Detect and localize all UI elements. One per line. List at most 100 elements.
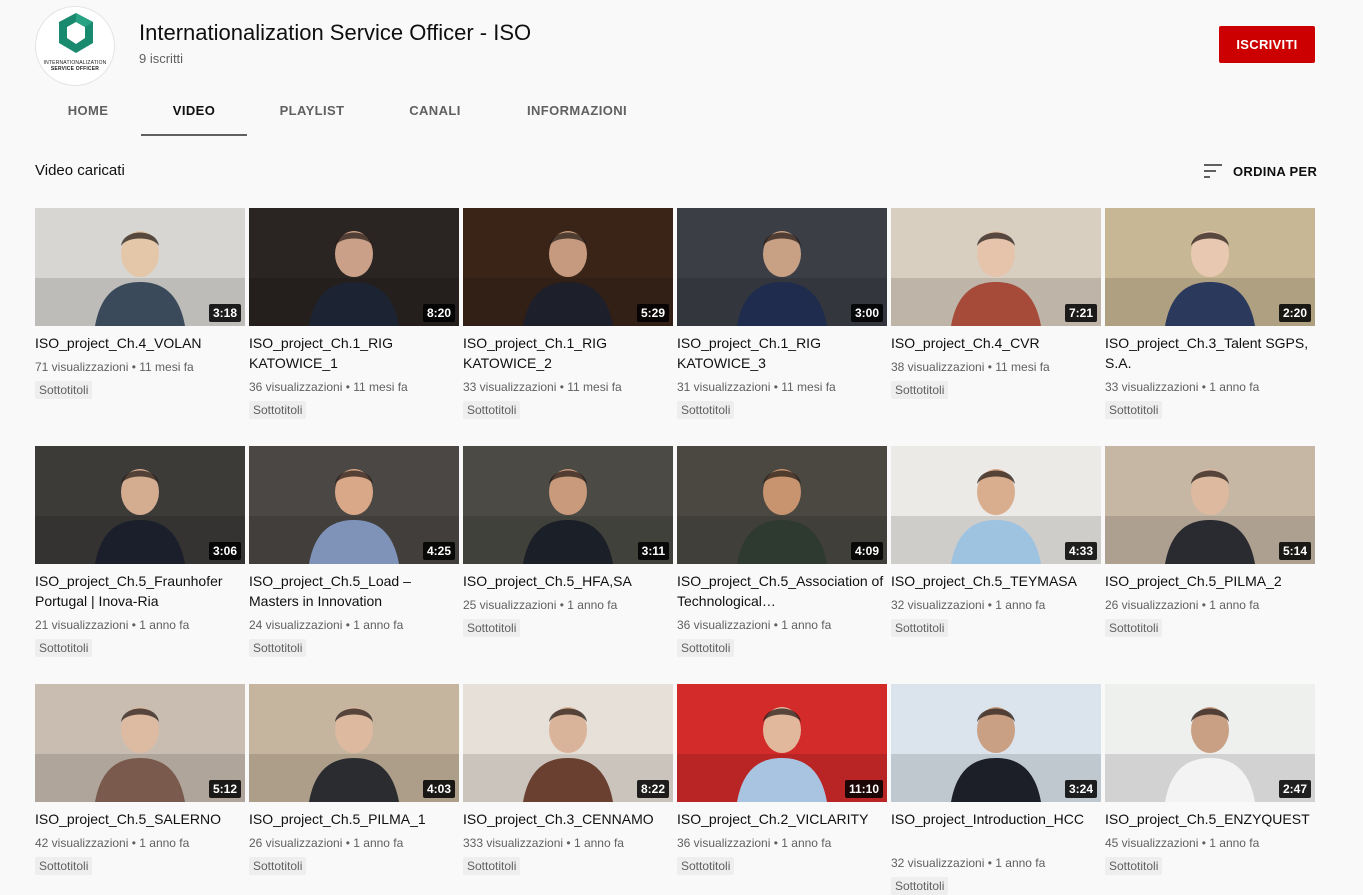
view-count: 24 visualizzazioni [249,618,343,632]
video-duration: 7:21 [1064,304,1097,322]
meta-separator: • [563,836,574,850]
view-count: 33 visualizzazioni [463,380,557,394]
subtitles-badge: Sottotitoli [1105,857,1163,875]
subtitles-badge: Sottotitoli [891,877,949,895]
meta-separator: • [556,598,568,612]
subtitles-badge: Sottotitoli [677,857,735,875]
tab-canali[interactable]: CANALI [385,88,485,134]
subtitles-badge: Sottotitoli [677,639,735,657]
subtitles-badge: Sottotitoli [35,381,93,399]
upload-age: 1 anno fa [995,598,1046,612]
video-thumbnail[interactable]: 5:14 [1105,446,1315,564]
video-title[interactable]: ISO_project_Ch.5_PILMA_2 [1105,571,1315,591]
tab-video[interactable]: VIDEO [141,88,247,136]
video-thumbnail[interactable]: 2:47 [1105,684,1315,802]
video-thumbnail[interactable]: 4:09 [677,446,887,564]
video-title[interactable]: ISO_project_Ch.1_RIG KATOWICE_1 [249,333,459,373]
video-title[interactable]: ISO_project_Ch.5_PILMA_1 [249,809,459,829]
subtitles-badge: Sottotitoli [35,639,93,657]
upload-age: 1 anno fa [1209,836,1260,850]
video-title[interactable]: ISO_project_Ch.3_Talent SGPS, S.A. [1105,333,1315,373]
subtitles-badge: Sottotitoli [1105,619,1163,637]
video-thumbnail[interactable]: 3:24 [891,684,1101,802]
video-thumbnail[interactable]: 7:21 [891,208,1101,326]
video-thumbnail[interactable]: 4:25 [249,446,459,564]
video-meta: 36 visualizzazioni • 1 anno fa [677,618,831,632]
video-meta: 25 visualizzazioni • 1 anno fa [463,598,617,612]
video-title[interactable]: ISO_project_Ch.4_CVR [891,333,1101,353]
video-thumbnail[interactable]: 3:00 [677,208,887,326]
video-title[interactable]: ISO_project_Ch.5_Fraunhofer Portugal | I… [35,571,245,611]
view-count: 38 visualizzazioni [891,360,985,374]
view-count: 32 visualizzazioni [891,598,985,612]
channel-header: INTERNATIONALIZATION SERVICE OFFICER Int… [0,0,1363,136]
meta-separator: • [770,836,782,850]
tab-informazioni[interactable]: INFORMAZIONI [515,88,639,134]
tab-home[interactable]: HOME [35,88,141,134]
channel-logo-text: INTERNATIONALIZATION SERVICE OFFICER [36,60,114,72]
video-title[interactable]: ISO_project_Introduction_HCC [891,809,1101,829]
video-meta: 26 visualizzazioni • 1 anno fa [1105,598,1259,612]
subtitles-badge: Sottotitoli [463,619,521,637]
meta-separator: • [770,618,782,632]
view-count: 26 visualizzazioni [249,836,343,850]
video-meta: 33 visualizzazioni • 1 anno fa [1105,380,1259,394]
video-duration: 3:00 [850,304,883,322]
video-title[interactable]: ISO_project_Ch.5_TEYMASA [891,571,1101,591]
view-count: 32 visualizzazioni [891,856,985,870]
subscriber-count: 9 iscritti [139,51,184,66]
upload-age: 1 anno fa [781,618,832,632]
video-title[interactable]: ISO_project_Ch.2_VICLARITY [677,809,887,829]
video-thumbnail[interactable]: 3:11 [463,446,673,564]
video-title[interactable]: ISO_project_Ch.3_CENNAMO [463,809,673,829]
video-duration: 4:25 [422,542,455,560]
video-thumbnail[interactable]: 4:33 [891,446,1101,564]
sort-button[interactable]: ORDINA PER [1203,161,1317,181]
subtitles-badge: Sottotitoli [677,401,735,419]
meta-separator: • [342,380,354,394]
meta-separator: • [342,836,354,850]
tab-playlist[interactable]: PLAYLIST [260,88,364,134]
video-duration: 3:06 [208,542,241,560]
video-title[interactable]: ISO_project_Ch.5_ENZYQUEST [1105,809,1315,829]
video-thumbnail[interactable]: 5:12 [35,684,245,802]
video-duration: 4:03 [422,780,455,798]
video-meta: 333 visualizzazioni • 1 anno fa [463,836,624,850]
video-title[interactable]: ISO_project_Ch.1_RIG KATOWICE_3 [677,333,887,373]
meta-separator: • [128,836,140,850]
channel-avatar[interactable]: INTERNATIONALIZATION SERVICE OFFICER [35,6,115,86]
subtitles-badge: Sottotitoli [35,857,93,875]
video-thumbnail[interactable]: 5:29 [463,208,673,326]
video-title[interactable]: ISO_project_Ch.4_VOLAN [35,333,245,353]
video-duration: 5:12 [208,780,241,798]
video-duration: 4:09 [850,542,883,560]
video-thumbnail[interactable]: 2:20 [1105,208,1315,326]
subtitles-badge: Sottotitoli [249,401,307,419]
video-title[interactable]: ISO_project_Ch.5_HFA,SA [463,571,673,591]
video-duration: 11:10 [844,780,883,798]
video-meta: 36 visualizzazioni • 11 mesi fa [249,380,408,394]
view-count: 36 visualizzazioni [249,380,343,394]
subtitles-badge: Sottotitoli [249,639,307,657]
upload-age: 1 anno fa [781,836,832,850]
video-title[interactable]: ISO_project_Ch.5_Association of Technolo… [677,571,887,611]
meta-separator: • [1198,836,1210,850]
logo-text-line2: SERVICE OFFICER [50,66,100,72]
upload-age: 1 anno fa [353,618,404,632]
view-count: 26 visualizzazioni [1105,598,1199,612]
video-thumbnail[interactable]: 8:20 [249,208,459,326]
video-thumbnail[interactable]: 4:03 [249,684,459,802]
video-title[interactable]: ISO_project_Ch.5_SALERNO [35,809,245,829]
upload-age: 1 anno fa [573,836,624,850]
subscribe-button[interactable]: ISCRIVITI [1219,26,1315,63]
video-meta: 21 visualizzazioni • 1 anno fa [35,618,189,632]
video-thumbnail[interactable]: 3:06 [35,446,245,564]
view-count: 25 visualizzazioni [463,598,557,612]
video-thumbnail[interactable]: 8:22 [463,684,673,802]
video-title[interactable]: ISO_project_Ch.1_RIG KATOWICE_2 [463,333,673,373]
view-count: 333 visualizzazioni [463,836,564,850]
video-thumbnail[interactable]: 11:10 [677,684,887,802]
video-thumbnail[interactable]: 3:18 [35,208,245,326]
video-title[interactable]: ISO_project_Ch.5_Load – Masters in Innov… [249,571,459,611]
video-duration: 3:11 [637,542,669,560]
